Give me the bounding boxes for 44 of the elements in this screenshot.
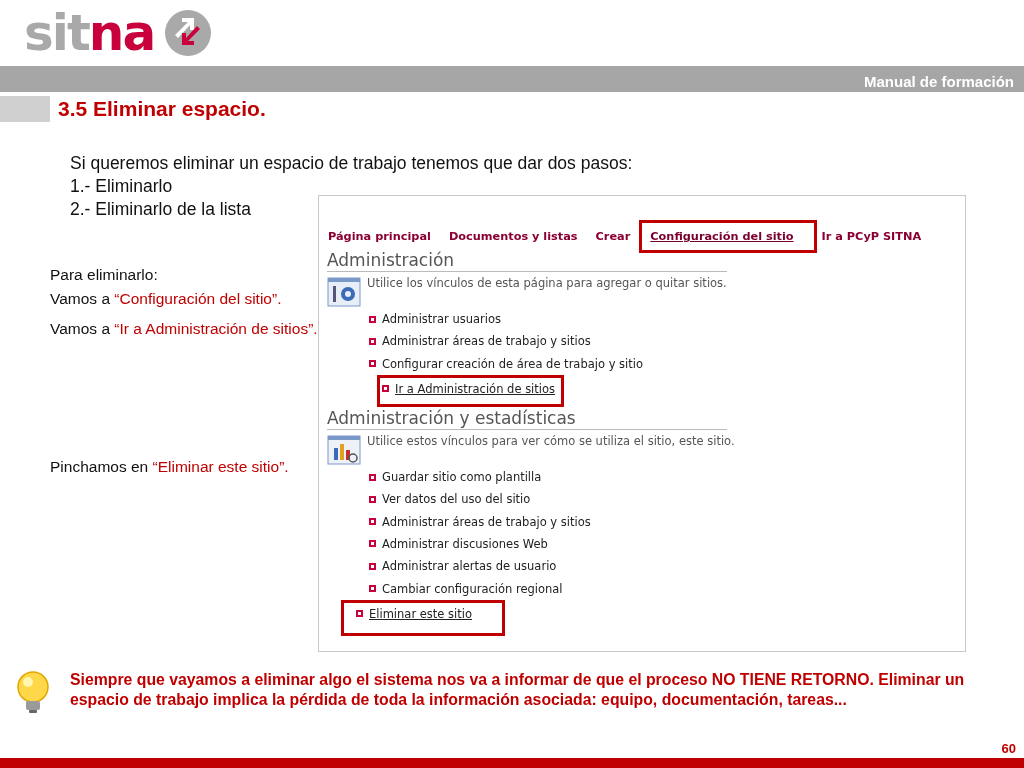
admin-link[interactable]: Administrar discusiones Web [382, 536, 548, 551]
admin-link[interactable]: Administrar alertas de usuario [382, 559, 557, 574]
logo-arrows-icon [164, 9, 213, 57]
nav-link[interactable]: Configuración del sitio [639, 220, 817, 253]
intro-text: 1.- Eliminarlo [70, 175, 174, 198]
bullet-icon [369, 562, 376, 570]
bullet-icon [369, 360, 376, 368]
admin-link[interactable]: Guardar sitio como plantilla [382, 470, 542, 485]
page-number: 60 [1001, 741, 1016, 756]
admin-link[interactable]: Configurar creación de área de trabajo y sitio [382, 356, 644, 371]
admin-link[interactable]: Ir a Administración de sitios [395, 381, 556, 396]
admin-link[interactable]: Administrar áreas de trabajo y sitios [382, 334, 591, 349]
note-text: Vamos a “Ir a Administración de sitios”. [50, 319, 318, 339]
intro-text: Si queremos eliminar un espacio de trabajo tenemos que dar dos pasos: [70, 152, 634, 175]
slide-title: 3.5 Eliminar espacio. [58, 97, 266, 121]
bullet-icon [369, 495, 376, 503]
section-description: Utilice los vínculos de esta página para agregar o quitar sitios. [367, 276, 728, 292]
bullet-icon [369, 473, 376, 481]
admin-link[interactable]: Ver datos del uso del sitio [382, 492, 531, 507]
section-title: Administración [327, 249, 727, 272]
bullet-icon [369, 540, 376, 548]
title-marker [0, 96, 50, 122]
intro-text: 2.- Eliminarlo de la lista [70, 198, 252, 221]
admin-link[interactable]: Administrar áreas de trabajo y sitios [382, 514, 591, 529]
admin-link[interactable]: Eliminar este sitio [369, 606, 472, 621]
admin-link[interactable]: Administrar usuarios [382, 312, 502, 327]
banner-text: Manual de formación [863, 73, 1014, 90]
logo-text: sitna [24, 8, 155, 58]
warning-text: Siempre que vayamos a eliminar algo el sistema nos va a informar de que el proceso NO TIENE RETORNO. Eliminar un espacio de trabajo implica la pérdida de toda la información asociada: equipo, documentación, tareas... [70, 670, 966, 710]
bullet-icon [369, 315, 376, 323]
bullet-icon [356, 610, 363, 618]
section-title: Administración y estadísticas [327, 406, 727, 430]
settings-page-icon [327, 276, 361, 308]
note-text: Vamos a “Configuración del sitio”. [50, 289, 283, 309]
section-description: Utilice estos vínculos para ver cómo se utiliza el sitio, este sitio. [367, 433, 736, 450]
chart-page-icon [327, 433, 361, 466]
admin-link[interactable]: Cambiar configuración regional [382, 581, 563, 596]
bullet-icon [369, 337, 376, 345]
bullet-icon [382, 385, 389, 393]
note-text: Para eliminarlo: [50, 265, 159, 285]
bullet-icon [369, 518, 376, 526]
note-text: Pinchamos en “Eliminar este sitio”. [50, 457, 290, 477]
bullet-icon [369, 585, 376, 592]
lightbulb-icon [14, 670, 52, 714]
